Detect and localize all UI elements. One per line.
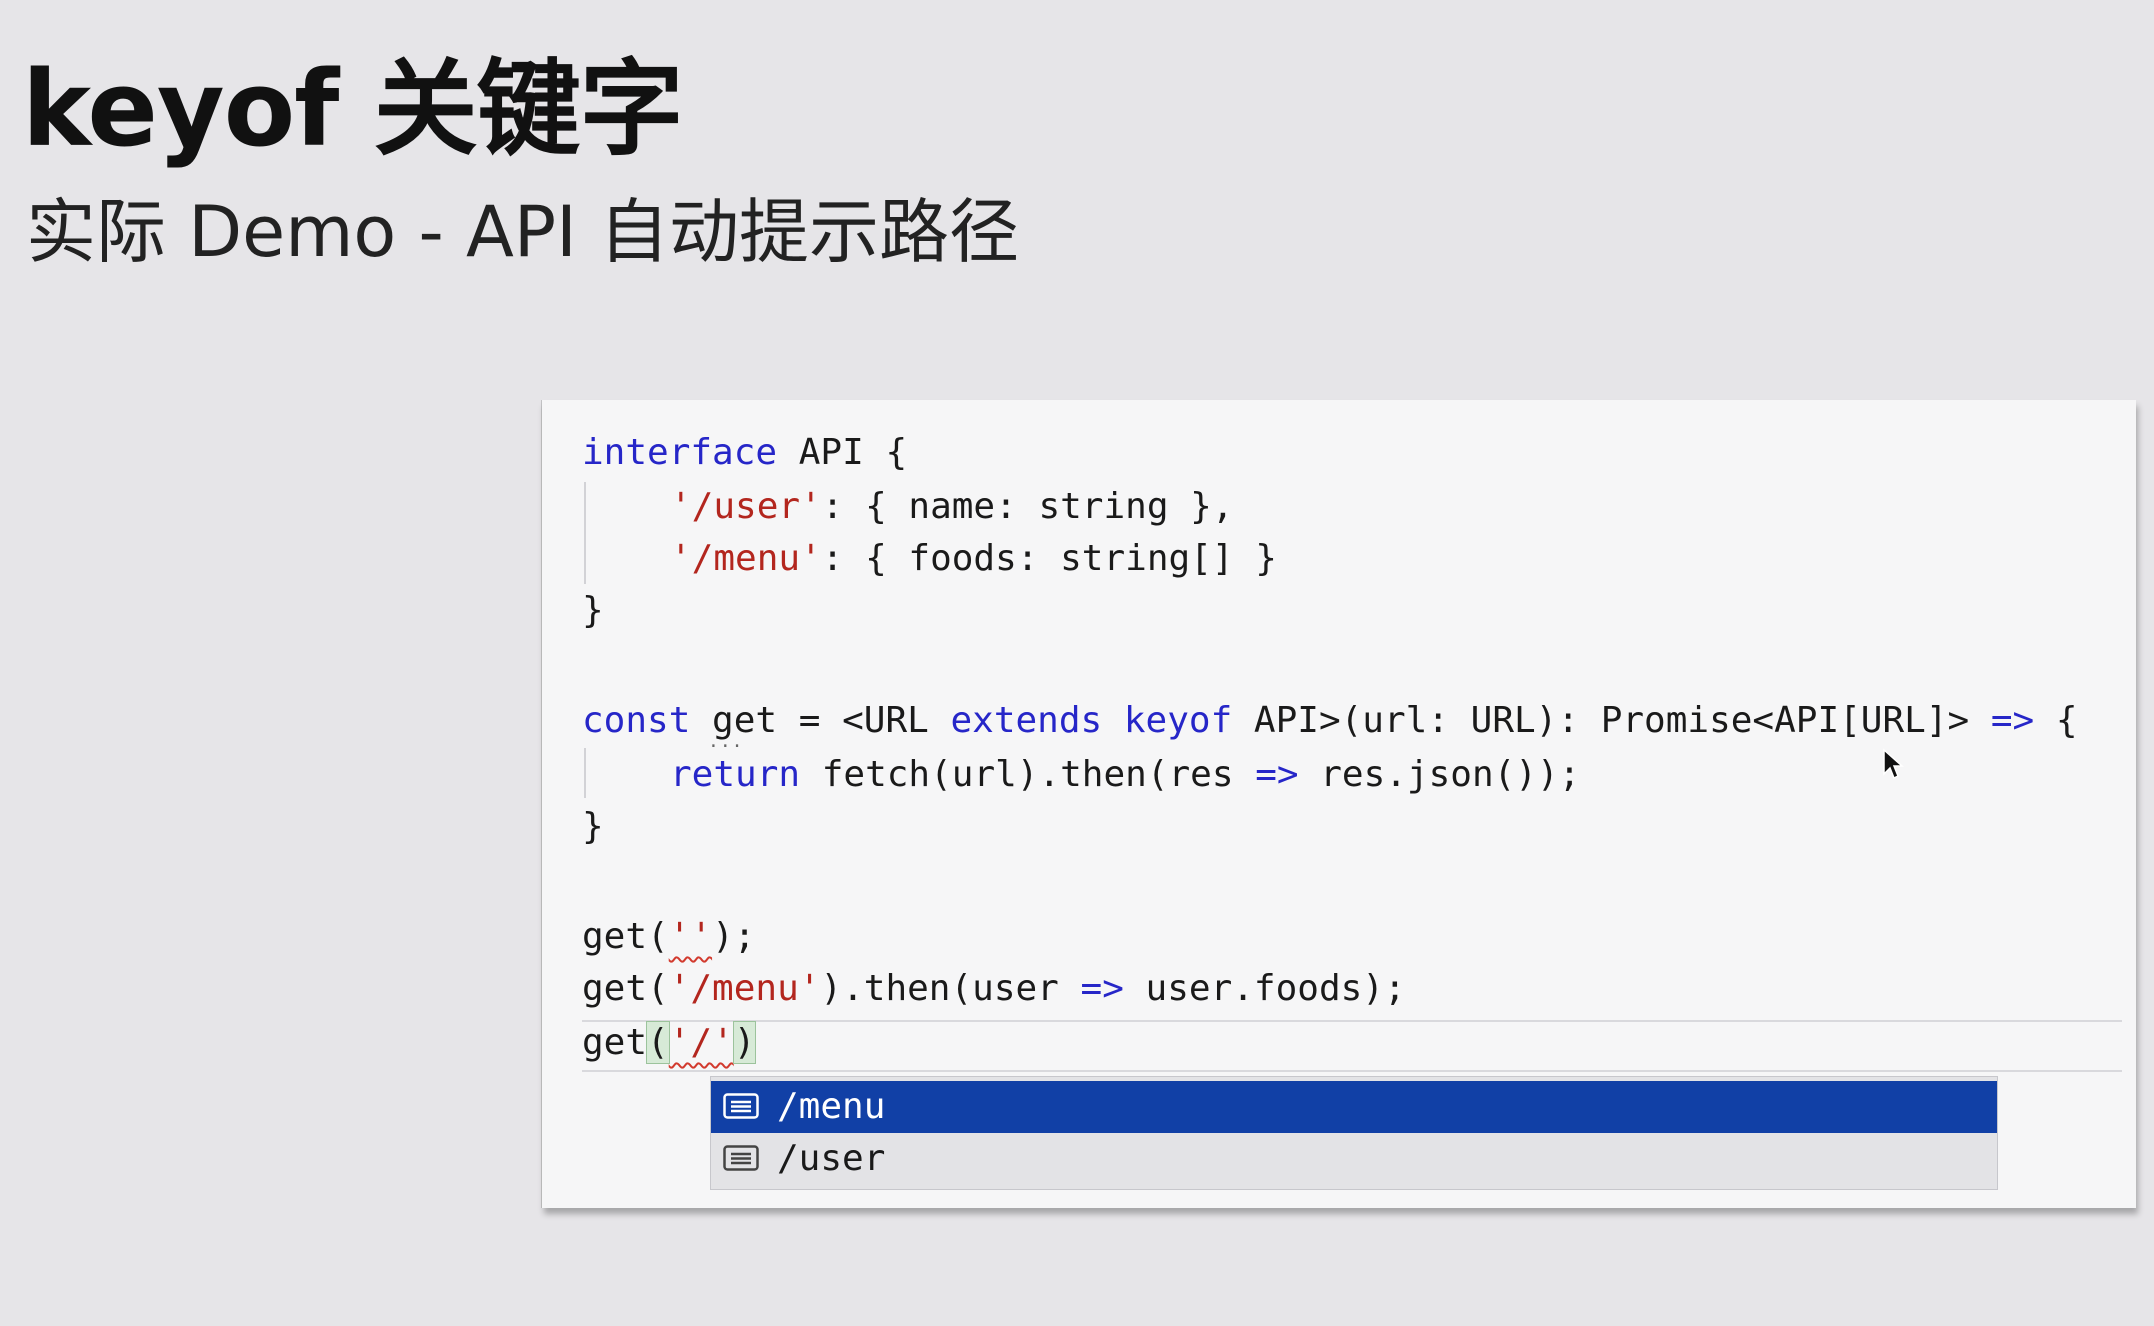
code-token: ).then(user (820, 968, 1081, 1009)
code-token: fetch(url).then(res (800, 754, 1256, 795)
bracket-match: ( (646, 1021, 670, 1064)
code-token: { (2034, 700, 2078, 741)
error-string-token: '' (668, 916, 713, 957)
code-token: API { (777, 432, 908, 473)
current-line-highlight (582, 1020, 2122, 1072)
code-token: user.foods); (1123, 968, 1406, 1009)
code-line: } (582, 802, 604, 852)
keyword-token: const (582, 700, 691, 741)
arrow-token: => (1080, 968, 1124, 1009)
code-token: } (582, 590, 604, 631)
arrow-token: => (1255, 754, 1299, 795)
autocomplete-item-menu[interactable]: /menu (711, 1081, 1997, 1133)
code-token: get( (582, 916, 669, 957)
autocomplete-dropdown[interactable]: /menu /user (710, 1076, 1998, 1190)
code-editor[interactable]: interface API { '/user': { name: string … (542, 400, 2136, 1208)
code-token: API>(url: URL): Promise<API[URL]> (1232, 700, 1991, 741)
text-entry-icon (723, 1145, 759, 1171)
code-content[interactable]: interface API { '/user': { name: string … (582, 424, 2078, 1326)
code-token: res.json()); (1298, 754, 1581, 795)
code-line: const get = <URL extends keyof API>(url:… (582, 696, 2078, 746)
autocomplete-label: /menu (777, 1086, 886, 1127)
slide-title: keyof 关键字 (22, 48, 684, 170)
code-line: interface API { (582, 428, 907, 478)
code-token: get = <URL (690, 700, 951, 741)
code-token: get (582, 1022, 648, 1063)
keyword-token: keyof (1123, 700, 1233, 741)
bracket-match: ) (732, 1021, 757, 1064)
arrow-token: => (1990, 700, 2035, 741)
code-line: } (582, 586, 604, 636)
keyword-token: extends (950, 700, 1103, 741)
code-line: '/user': { name: string }, (670, 482, 1234, 532)
autocomplete-item-user[interactable]: /user (711, 1133, 1997, 1185)
code-token: get( (582, 968, 669, 1009)
autocomplete-label: /user (777, 1138, 886, 1179)
keyword-token: return (670, 754, 801, 795)
code-line: '/menu': { foods: string[] } (670, 534, 1277, 584)
code-line: get('/menu').then(user => user.foods); (582, 964, 1406, 1014)
slide-subtitle: 实际 Demo - API 自动提示路径 (26, 191, 1019, 273)
code-token: : { name: string }, (821, 486, 1234, 527)
error-string-token: '/' (668, 1022, 734, 1063)
mouse-pointer-icon (1883, 748, 1904, 780)
code-token: ); (712, 916, 756, 957)
code-token: : { foods: string[] } (821, 538, 1277, 579)
string-token: '/user' (670, 486, 822, 527)
code-line: get(''); (582, 912, 755, 962)
keyword-token: interface (582, 432, 778, 473)
code-token: } (582, 806, 604, 847)
string-token: '/menu' (670, 538, 822, 579)
string-token: '/menu' (668, 968, 821, 1009)
code-line-active[interactable]: get('/') (582, 1018, 757, 1068)
code-line: return fetch(url).then(res => res.json()… (670, 750, 1580, 800)
text-entry-icon (723, 1093, 759, 1119)
